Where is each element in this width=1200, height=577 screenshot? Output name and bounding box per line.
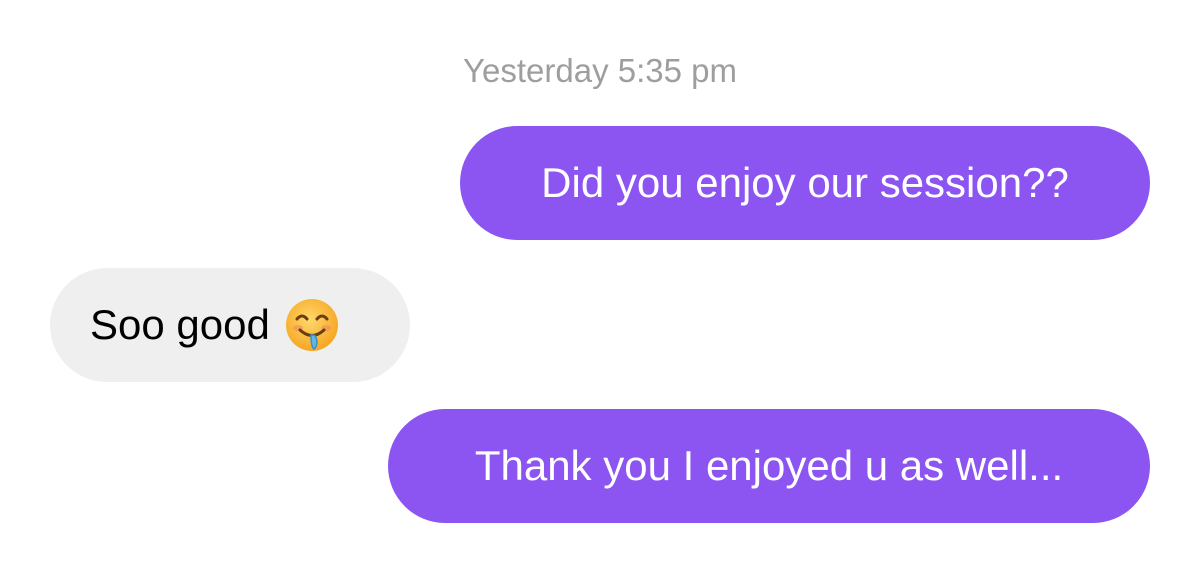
face-savoring-food-icon	[284, 297, 340, 353]
message-text: Soo good	[90, 301, 270, 348]
sent-message-bubble[interactable]: Thank you I enjoyed u as well...	[388, 409, 1150, 523]
sent-message-bubble[interactable]: Did you enjoy our session??	[460, 126, 1150, 240]
received-message-bubble[interactable]: Soo good	[50, 268, 410, 382]
message-timestamp: Yesterday 5:35 pm	[463, 52, 737, 89]
message-text: Did you enjoy our session??	[541, 159, 1069, 206]
message-text: Thank you I enjoyed u as well...	[474, 442, 1064, 489]
